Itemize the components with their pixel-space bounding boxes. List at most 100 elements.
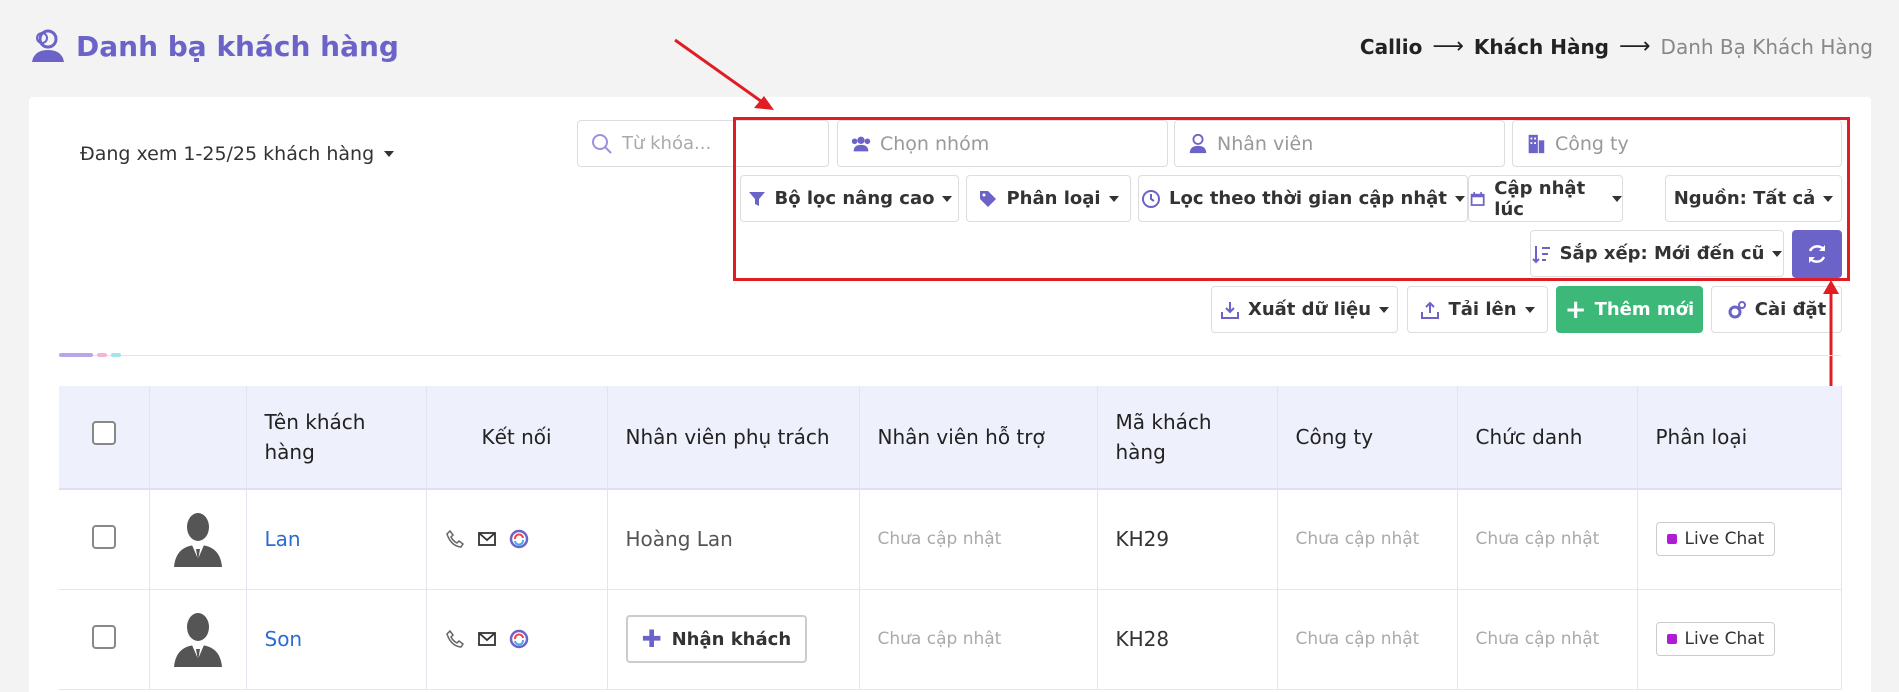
customer-name-link[interactable]: Son [265, 627, 303, 651]
caret-down-icon [1108, 195, 1119, 202]
chat-icon[interactable] [509, 629, 529, 649]
breadcrumb-arrow-icon: ⟶ [1432, 34, 1464, 59]
column-classify[interactable]: Phân loại [1637, 386, 1842, 490]
users-icon [851, 136, 871, 151]
plus-icon: + [1564, 294, 1587, 325]
code-cell: KH29 [1097, 489, 1278, 590]
viewing-text: Đang xem 1-25/25 khách hàng [80, 143, 375, 165]
refresh-button[interactable] [1792, 230, 1842, 278]
source-label: Nguồn: Tất cả [1673, 188, 1816, 209]
row-checkbox[interactable] [91, 524, 116, 549]
sort-label: Sắp xếp: Mới đến cũ [1559, 243, 1765, 264]
caret-down-icon [384, 151, 395, 157]
source-button[interactable]: Nguồn: Tất cả [1665, 175, 1842, 222]
breadcrumb-arrow-icon: ⟶ [1619, 34, 1651, 59]
page-title: Danh bạ khách hàng [28, 26, 399, 66]
classify-cell: Live Chat [1637, 489, 1842, 590]
row-select-cell [59, 589, 150, 690]
breadcrumb: Callio ⟶ Khách Hàng ⟶ Danh Bạ Khách Hàng [1360, 34, 1873, 59]
owner-cell: ✚ Nhận khách [607, 589, 860, 690]
filter-icon [748, 191, 765, 206]
classify-tag[interactable]: Live Chat [1655, 622, 1776, 656]
export-label: Xuất dữ liệu [1247, 299, 1372, 320]
column-name[interactable]: Tên khách hàng [246, 386, 427, 490]
table-header-row: Tên khách hàng Kết nối Nhân viên phụ trá… [59, 386, 1842, 490]
column-avatar [149, 386, 247, 490]
owner-cell: Hoàng Lan [607, 489, 860, 590]
column-connect[interactable]: Kết nối [426, 386, 608, 490]
phone-icon[interactable] [445, 529, 465, 549]
upload-button[interactable]: Tải lên [1407, 286, 1548, 333]
company-select[interactable]: Công ty [1512, 120, 1842, 167]
customer-name-link[interactable]: Lan [265, 527, 301, 551]
staff-select[interactable]: Nhân viên [1174, 120, 1505, 167]
contact-icon [32, 29, 64, 62]
sort-button[interactable]: Sắp xếp: Mới đến cũ [1530, 230, 1784, 277]
chat-icon[interactable] [509, 529, 529, 549]
download-icon [1220, 301, 1239, 319]
assign-customer-button[interactable]: ✚ Nhận khách [625, 615, 808, 663]
progress-segment [97, 353, 107, 357]
group-placeholder: Chọn nhóm [880, 132, 990, 155]
staff-placeholder: Nhân viên [1217, 132, 1314, 155]
row-checkbox[interactable] [91, 624, 116, 649]
column-owner[interactable]: Nhân viên phụ trách [607, 386, 860, 490]
column-support[interactable]: Nhân viên hỗ trợ [859, 386, 1098, 490]
customer-name-cell: Lan [246, 489, 427, 590]
company-placeholder: Công ty [1555, 132, 1629, 155]
add-new-label: Thêm mới [1594, 299, 1695, 320]
upload-icon [1421, 301, 1440, 319]
avatar [149, 489, 247, 590]
caret-down-icon [1823, 195, 1834, 202]
settings-label: Cài đặt [1754, 299, 1827, 320]
caret-down-icon [1612, 195, 1622, 202]
column-company[interactable]: Công ty [1277, 386, 1458, 490]
advanced-filter-button[interactable]: Bộ lọc nâng cao [740, 175, 959, 222]
person-avatar-icon [173, 612, 222, 667]
table-row[interactable]: Son ✚ Nhận khách Chưa cập nhật KH28 Chưa… [59, 589, 1842, 690]
table-row[interactable]: Lan Hoàng Lan Chưa cập nhật KH29 Chưa cậ… [59, 489, 1842, 590]
search-input[interactable]: Từ khóa... [577, 120, 829, 167]
tag-color-dot [1666, 534, 1677, 545]
time-filter-button[interactable]: Lọc theo thời gian cập nhật [1138, 175, 1468, 222]
customer-table: Tên khách hàng Kết nối Nhân viên phụ trá… [59, 386, 1842, 690]
plus-icon: ✚ [641, 625, 662, 653]
breadcrumb-callio[interactable]: Callio [1360, 35, 1422, 59]
sort-icon [1531, 245, 1550, 263]
calendar-icon [1470, 191, 1485, 206]
row-select-cell [59, 489, 150, 590]
tag-color-dot [1666, 634, 1677, 644]
gears-icon [1728, 300, 1746, 318]
settings-button[interactable]: Cài đặt [1711, 286, 1842, 333]
updated-at-button[interactable]: Cập nhật lúc [1468, 175, 1623, 222]
caret-down-icon [1454, 195, 1465, 202]
updated-at-label: Cập nhật lúc [1494, 177, 1586, 220]
classify-cell: Live Chat [1637, 589, 1842, 690]
breadcrumb-customers[interactable]: Khách Hàng [1474, 35, 1609, 59]
select-all-checkbox[interactable] [91, 421, 116, 445]
export-button[interactable]: Xuất dữ liệu [1211, 286, 1398, 333]
loading-bar [59, 353, 121, 357]
person-avatar-icon [173, 512, 222, 567]
mail-icon[interactable] [477, 629, 497, 649]
column-code[interactable]: Mã khách hàng [1097, 386, 1278, 490]
column-job-title[interactable]: Chức danh [1457, 386, 1638, 490]
phone-icon[interactable] [445, 629, 465, 649]
group-select[interactable]: Chọn nhóm [837, 120, 1168, 167]
advanced-filter-label: Bộ lọc nâng cao [774, 188, 935, 209]
code-cell: KH28 [1097, 589, 1278, 690]
add-new-button[interactable]: + Thêm mới [1556, 286, 1703, 333]
building-icon [1528, 134, 1545, 153]
page-title-text: Danh bạ khách hàng [76, 29, 399, 63]
classify-tag[interactable]: Live Chat [1655, 522, 1776, 557]
viewing-dropdown[interactable]: Đang xem 1-25/25 khách hàng [80, 143, 395, 165]
connect-cell [426, 589, 608, 690]
time-filter-label: Lọc theo thời gian cập nhật [1169, 188, 1447, 209]
clock-icon [1142, 189, 1161, 208]
classify-label: Phân loại [1006, 188, 1101, 209]
progress-segment [111, 353, 121, 357]
progress-segment [59, 353, 93, 357]
mail-icon[interactable] [477, 529, 497, 549]
connect-cell [426, 489, 608, 590]
classify-button[interactable]: Phân loại [966, 175, 1131, 222]
